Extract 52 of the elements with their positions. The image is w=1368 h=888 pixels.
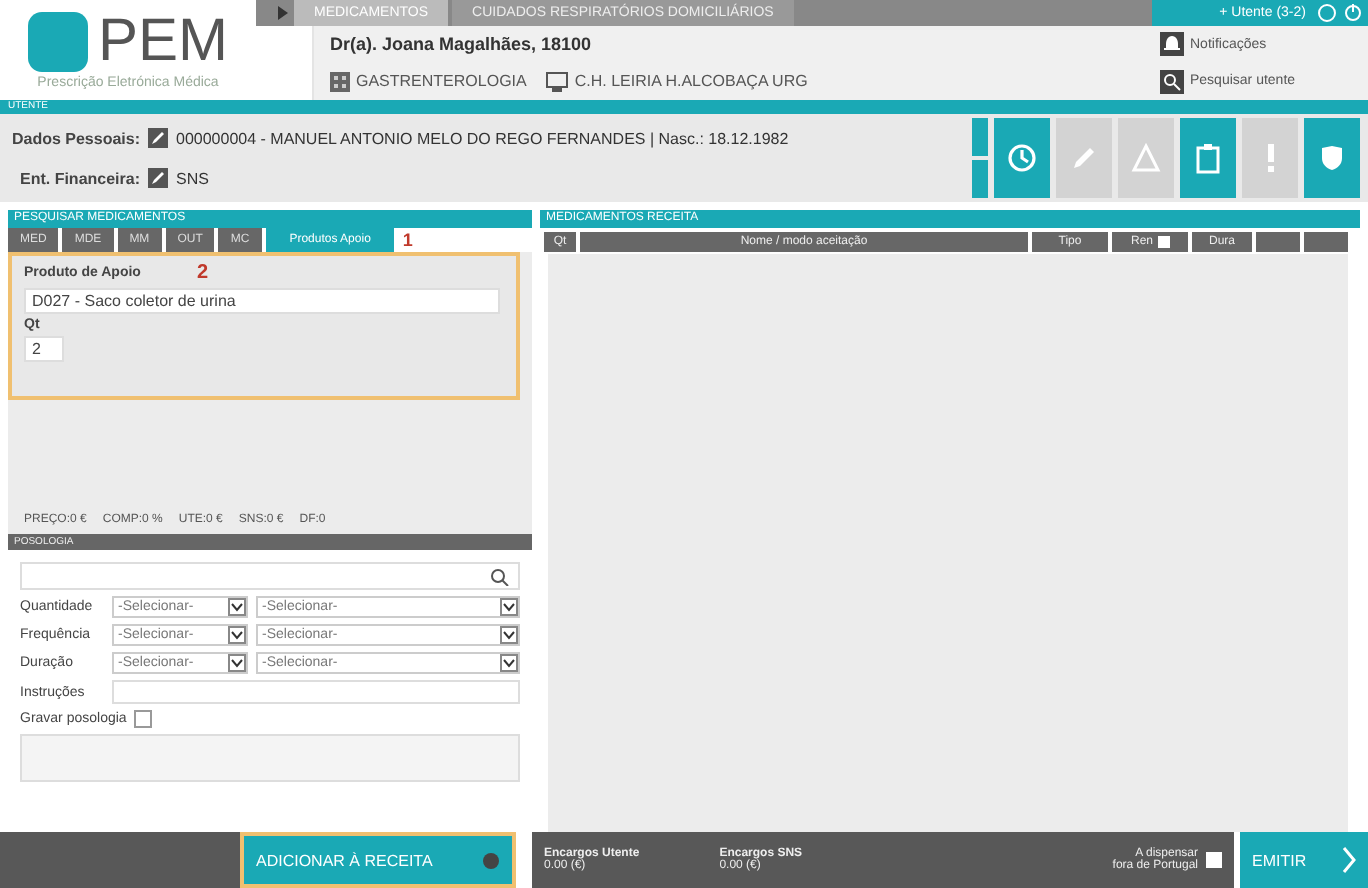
small-toggle-button[interactable] — [972, 118, 988, 156]
monitor-icon — [546, 71, 569, 92]
user-search-icon — [1160, 69, 1184, 94]
checkbox[interactable] — [1206, 852, 1222, 868]
power-icon[interactable] — [1344, 4, 1362, 22]
prescriber-name: Dr(a). Joana Magalhães, 18100 — [330, 34, 594, 55]
play-icon — [276, 0, 290, 26]
add-to-prescription-button[interactable]: ADICIONAR À RECEITA — [240, 832, 516, 888]
field-label: Dados Pessoais: — [9, 129, 140, 147]
clipboard-icon — [1192, 142, 1224, 174]
dropdown-arrow-icon — [500, 626, 518, 644]
logo-title: PEM — [97, 11, 228, 71]
location-text: C.H. LEIRIA H.ALCOBAÇA URG — [574, 72, 808, 91]
specialty-text: GASTRENTEROLOGIA — [356, 72, 527, 91]
chevron-right-icon — [1342, 846, 1356, 874]
action-button[interactable] — [1118, 118, 1174, 198]
action-button[interactable] — [1180, 118, 1236, 198]
warning-icon — [1130, 142, 1162, 174]
building-icon — [330, 71, 350, 92]
field-value: SNS — [176, 169, 209, 187]
action-button[interactable] — [1056, 118, 1112, 198]
step-marker: 2 — [196, 262, 209, 284]
dropdown-arrow-icon — [500, 598, 518, 616]
column-header — [1256, 232, 1300, 252]
action-button[interactable] — [1304, 118, 1360, 198]
exclamation-icon — [1267, 142, 1273, 174]
edit-icon[interactable] — [148, 128, 168, 148]
column-header — [1304, 232, 1348, 252]
edit-icon[interactable] — [148, 168, 168, 188]
checkbox[interactable] — [134, 710, 153, 728]
product-input[interactable]: D027 - Saco coletor de urina — [24, 288, 500, 314]
action-button[interactable] — [1242, 118, 1298, 198]
field-value: 000000004 - MANUEL ANTONIO MELO DO REGO FERNANDES | Nasc.: 18.12.1982 — [176, 129, 789, 147]
posology-search-field[interactable] — [20, 562, 520, 590]
dropdown-arrow-icon — [228, 626, 246, 644]
quantity-input[interactable]: 2 — [24, 336, 64, 362]
field-label: Ent. Financeira: — [17, 169, 140, 187]
clock-icon — [1006, 142, 1038, 174]
dropdown-arrow-icon — [500, 654, 518, 672]
dropdown-arrow-icon — [228, 598, 246, 616]
step-marker: 1 — [400, 228, 413, 252]
small-toggle-button[interactable] — [972, 160, 988, 198]
shield-icon — [1316, 142, 1348, 174]
logo-mark — [27, 11, 88, 71]
checkbox[interactable] — [1157, 236, 1169, 248]
emit-button[interactable]: EMITIR — [1240, 832, 1368, 888]
search-icon — [490, 567, 512, 585]
pencil-icon — [1068, 142, 1100, 174]
bell-icon — [1160, 32, 1184, 57]
action-button[interactable] — [994, 118, 1050, 198]
instructions-input[interactable] — [112, 680, 520, 704]
dropdown-arrow-icon — [228, 654, 246, 672]
